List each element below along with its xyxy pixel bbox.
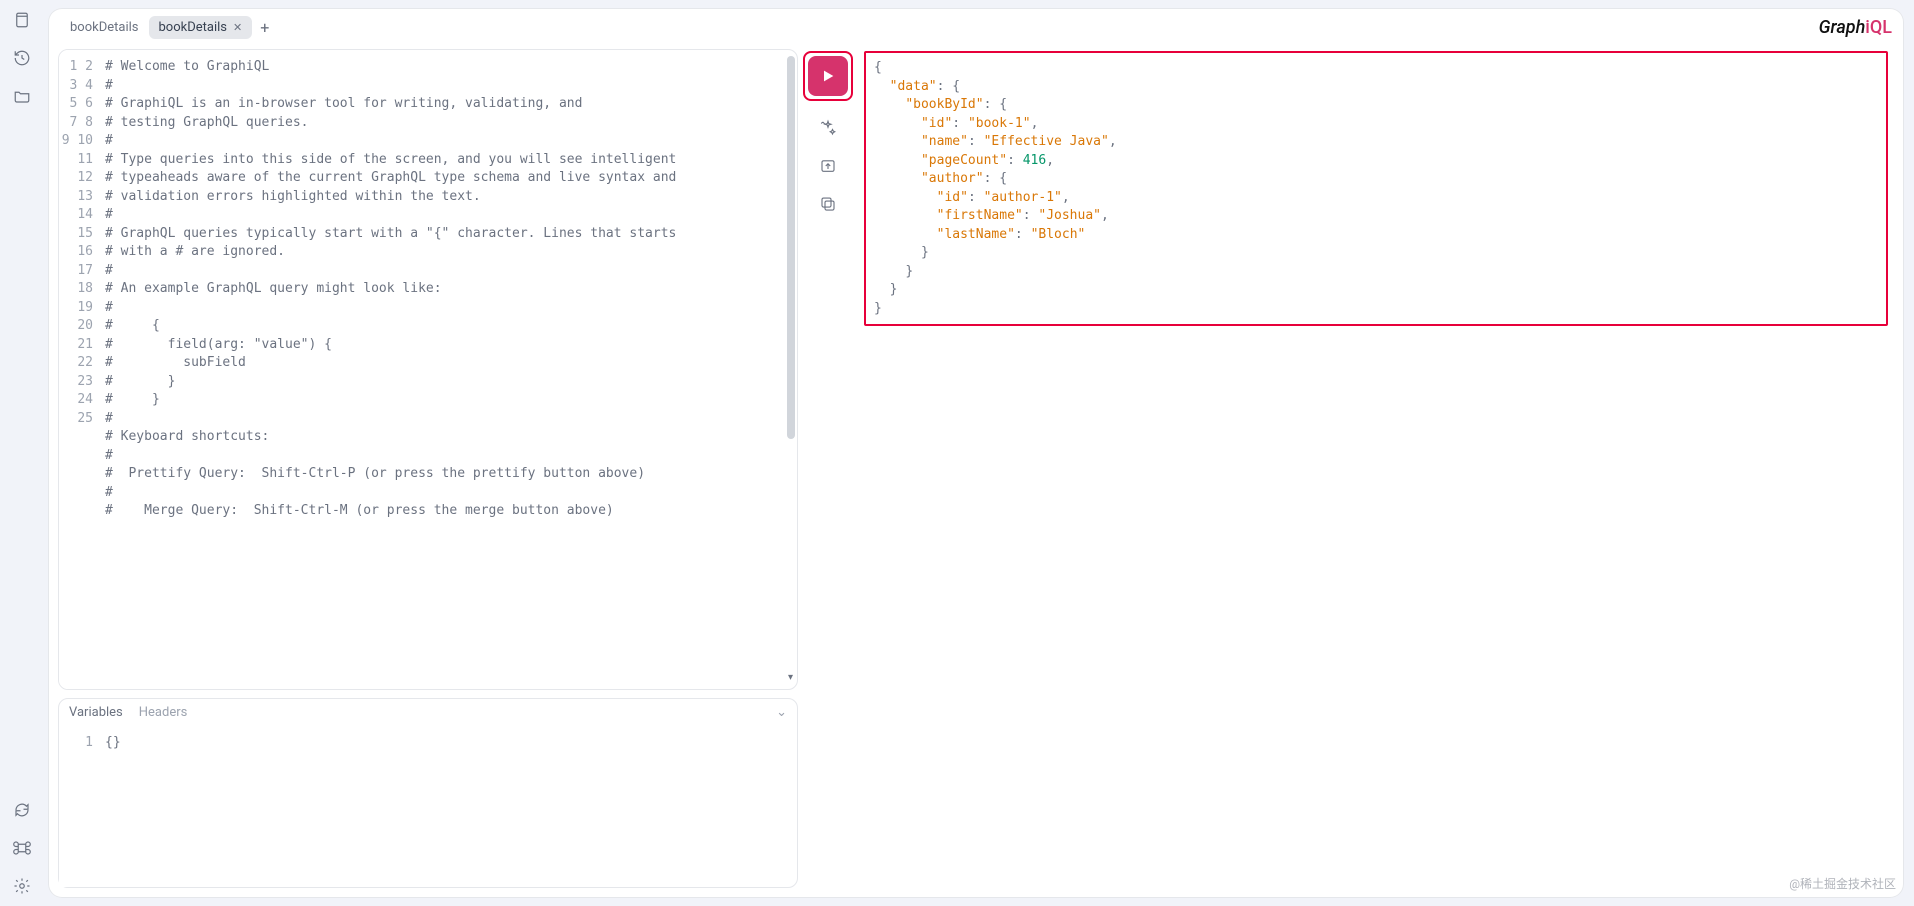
sidebar bbox=[0, 0, 44, 906]
editor-gutter: 1 2 3 4 5 6 7 8 9 10 11 12 13 14 15 16 1… bbox=[59, 50, 99, 689]
watermark: @稀土掘金技术社区 bbox=[1789, 875, 1896, 892]
merge-icon[interactable] bbox=[817, 155, 839, 177]
history-icon[interactable] bbox=[12, 48, 32, 68]
variables-gutter: 1 bbox=[59, 726, 99, 887]
tab-label: bookDetails bbox=[70, 20, 139, 35]
tab-bookdetails-2[interactable]: bookDetails ✕ bbox=[149, 16, 253, 39]
close-tab-icon[interactable]: ✕ bbox=[233, 21, 242, 34]
copy-icon[interactable] bbox=[817, 193, 839, 215]
editor-code[interactable]: # Welcome to GraphiQL # # GraphiQL is an… bbox=[99, 50, 797, 689]
chevron-down-icon[interactable]: ⌄ bbox=[776, 705, 787, 720]
tabs-bar: bookDetails bookDetails ✕ + GraphiQL bbox=[48, 8, 1904, 45]
result-viewer[interactable]: { "data": { "bookById": { "id": "book-1"… bbox=[864, 51, 1888, 326]
editor-scrollbar[interactable] bbox=[787, 56, 795, 439]
shortcuts-icon[interactable] bbox=[12, 838, 32, 858]
variables-tab[interactable]: Variables bbox=[69, 705, 123, 720]
prettify-icon[interactable] bbox=[817, 117, 839, 139]
logo-part2: iQL bbox=[1865, 17, 1892, 38]
variables-code[interactable]: {} bbox=[99, 726, 797, 887]
add-tab-button[interactable]: + bbox=[252, 18, 277, 37]
editor-caret-icon: ▾ bbox=[788, 672, 793, 683]
workspace: 1 2 3 4 5 6 7 8 9 10 11 12 13 14 15 16 1… bbox=[48, 45, 1904, 898]
settings-icon[interactable] bbox=[12, 876, 32, 896]
headers-tab[interactable]: Headers bbox=[139, 705, 188, 720]
editor-column: 1 2 3 4 5 6 7 8 9 10 11 12 13 14 15 16 1… bbox=[58, 49, 798, 888]
main-panel: bookDetails bookDetails ✕ + GraphiQL 1 2… bbox=[48, 8, 1904, 898]
query-editor[interactable]: 1 2 3 4 5 6 7 8 9 10 11 12 13 14 15 16 1… bbox=[58, 49, 798, 690]
variables-body[interactable]: 1 {} bbox=[59, 726, 797, 887]
refresh-icon[interactable] bbox=[12, 800, 32, 820]
tab-bookdetails-1[interactable]: bookDetails bbox=[60, 16, 149, 39]
docs-icon[interactable] bbox=[12, 10, 32, 30]
logo-part1: Graph bbox=[1819, 17, 1866, 38]
execute-highlight bbox=[803, 51, 853, 101]
graphiql-logo: GraphiQL bbox=[1819, 17, 1892, 38]
variables-tabs: Variables Headers ⌄ bbox=[59, 699, 797, 726]
variables-panel: Variables Headers ⌄ 1 {} bbox=[58, 698, 798, 888]
tab-label: bookDetails bbox=[159, 20, 228, 35]
result-column: { "data": { "bookById": { "id": "book-1"… bbox=[858, 49, 1894, 888]
explorer-icon[interactable] bbox=[12, 86, 32, 106]
tools-column bbox=[798, 49, 858, 888]
execute-button[interactable] bbox=[808, 56, 848, 96]
